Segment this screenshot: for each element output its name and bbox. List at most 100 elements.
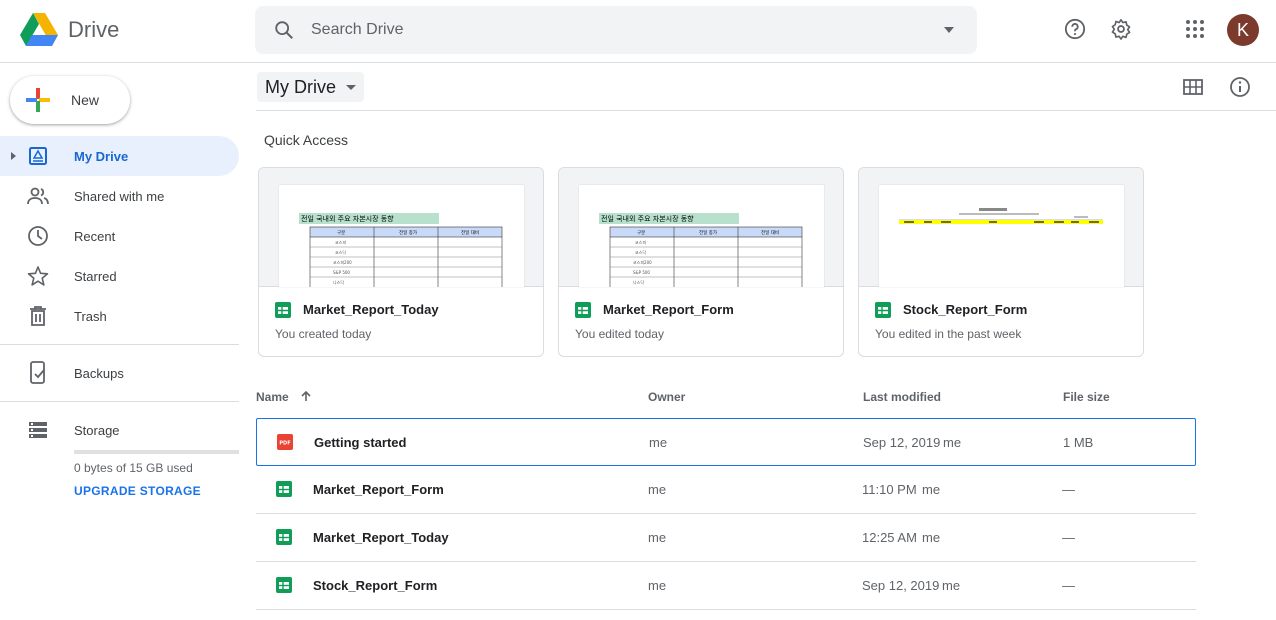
file-size: — [1062,578,1075,593]
column-header-name[interactable]: Name [256,390,312,404]
backup-icon [26,361,50,385]
file-owner: me [648,482,667,497]
sort-arrow-up-icon[interactable] [300,390,312,402]
sidebar-item-label: Trash [74,308,107,324]
preview-page: 전일 국내외 주요 자본시장 동향 구분 전일 종가 전일 대비 코스피 코스닥 [579,185,824,287]
account-avatar[interactable]: K [1227,14,1259,46]
sidebar-item-recent[interactable]: Recent [0,216,239,256]
preview-title: 전일 국내외 주요 자본시장 동향 [601,214,694,223]
file-modified-by: me [922,482,941,497]
sidebar-item-label: Shared with me [74,188,165,204]
preview-column-header: 전일 대비 [461,229,479,236]
file-row[interactable]: Market_Report_Form me 11:10 PM me — [256,466,1196,514]
storage-usage-bar [74,450,239,454]
quick-access-card[interactable]: Stock_Report_Form You edited in the past… [858,167,1144,357]
file-modified-by: me [942,578,961,593]
search-icon[interactable] [273,19,295,41]
file-modified: 12:25 AM [862,530,917,545]
sheets-icon [276,529,292,545]
preview-title: 전일 국내외 주요 자본시장 동향 [301,214,394,223]
sidebar-item-shared[interactable]: Shared with me [0,176,239,216]
sheets-icon [875,302,891,318]
column-header-label: Name [256,390,289,404]
preview-column-header: 구분 [337,230,345,236]
trash-icon [26,304,50,328]
preview-column-header: 전일 대비 [761,229,779,236]
quick-access-card[interactable]: 전일 국내외 주요 자본시장 동향 구분 전일 종가 전일 대비 코스피 코스닥 [558,167,844,357]
sidebar-item-my-drive[interactable]: My Drive [0,136,239,176]
pdf-icon: PDF [277,434,293,450]
clock-icon [26,224,50,248]
plus-icon [26,88,50,112]
card-file-name: Stock_Report_Form [903,302,1028,317]
search-input[interactable]: Search Drive [311,21,943,39]
column-header-owner[interactable]: Owner [648,390,685,404]
preview-row-label: 코스피200 [633,259,652,265]
preview-row-label: S&P 500 [633,270,650,275]
file-size: — [1062,482,1075,497]
my-drive-menu-button[interactable]: My Drive [257,72,364,102]
file-modified: 11:10 PM [862,482,917,497]
sidebar: New My Drive Shared with me Recent Starr… [0,63,256,620]
file-size: 1 MB [1063,435,1094,450]
settings-icon[interactable] [1108,16,1134,42]
drive-logo[interactable]: Drive [20,13,119,47]
file-row[interactable]: Stock_Report_Form me Sep 12, 2019 me — [256,562,1196,610]
sidebar-item-label: Backups [74,365,124,381]
file-preview: 전일 국내외 주요 자본시장 동향 구분 전일 종가 전일 대비 코스피 코스닥 [259,168,543,287]
card-file-name: Market_Report_Form [603,302,734,317]
file-name: Getting started [314,435,407,450]
preview-row-label: 코스피200 [333,259,352,265]
preview-row-label: 코스닥 [635,249,646,255]
quick-access-card[interactable]: 전일 국내외 주요 자본시장 동향 구분 전일 종가 전일 대비 코스피 코스닥 [258,167,544,357]
sheets-icon [575,302,591,318]
grid-view-icon[interactable] [1182,76,1204,98]
preview-page [879,185,1124,287]
sidebar-item-starred[interactable]: Starred [0,256,239,296]
card-activity: You edited today [575,327,664,341]
preview-row-label: 나스닥 [633,279,644,285]
file-owner: me [648,578,667,593]
new-button-label: New [71,92,100,108]
quick-access-title: Quick Access [264,132,349,148]
file-name: Market_Report_Today [313,530,449,545]
file-modified: Sep 12, 2019 [862,578,940,593]
sidebar-divider [0,401,239,402]
column-header-size[interactable]: File size [1063,390,1110,404]
file-row[interactable]: Market_Report_Today me 12:25 AM me — [256,514,1196,562]
file-row[interactable]: PDF Getting started me Sep 12, 2019 me 1… [256,418,1196,466]
preview-row-label: 코스닥 [335,249,346,255]
shared-icon [26,184,50,208]
preview-column-header: 구분 [637,230,645,236]
sidebar-item-backups[interactable]: Backups [0,353,239,393]
info-icon[interactable] [1229,76,1251,98]
sidebar-item-storage[interactable]: Storage [0,410,239,450]
preview-page: 전일 국내외 주요 자본시장 동향 구분 전일 종가 전일 대비 코스피 코스닥 [279,185,524,287]
svg-text:PDF: PDF [279,441,290,447]
expand-caret-icon[interactable] [11,152,16,160]
column-header-modified[interactable]: Last modified [863,390,941,404]
preview-column-header: 전일 종가 [699,229,717,236]
file-modified-by: me [922,530,941,545]
chevron-down-icon [346,84,356,90]
file-size: — [1062,530,1075,545]
file-owner: me [648,530,667,545]
search-bar[interactable]: Search Drive [255,6,977,54]
help-icon[interactable] [1062,16,1088,42]
file-name: Market_Report_Form [313,482,444,497]
file-owner: me [649,435,668,450]
card-file-name: Market_Report_Today [303,302,439,317]
sheets-icon [275,302,291,318]
app-name: Drive [68,17,120,42]
apps-icon[interactable] [1182,16,1208,42]
storage-usage-text: 0 bytes of 15 GB used [74,461,193,475]
my-drive-icon [26,144,50,168]
search-options-icon[interactable] [943,24,955,36]
sidebar-item-label: Recent [74,228,116,244]
sidebar-item-trash[interactable]: Trash [0,296,239,336]
preview-row-label: 코스피 [635,239,646,245]
preview-row-label: S&P 500 [333,270,350,275]
preview-row-label: 나스닥 [333,279,344,285]
upgrade-storage-link[interactable]: UPGRADE STORAGE [74,484,201,498]
new-button[interactable]: New [10,76,130,124]
